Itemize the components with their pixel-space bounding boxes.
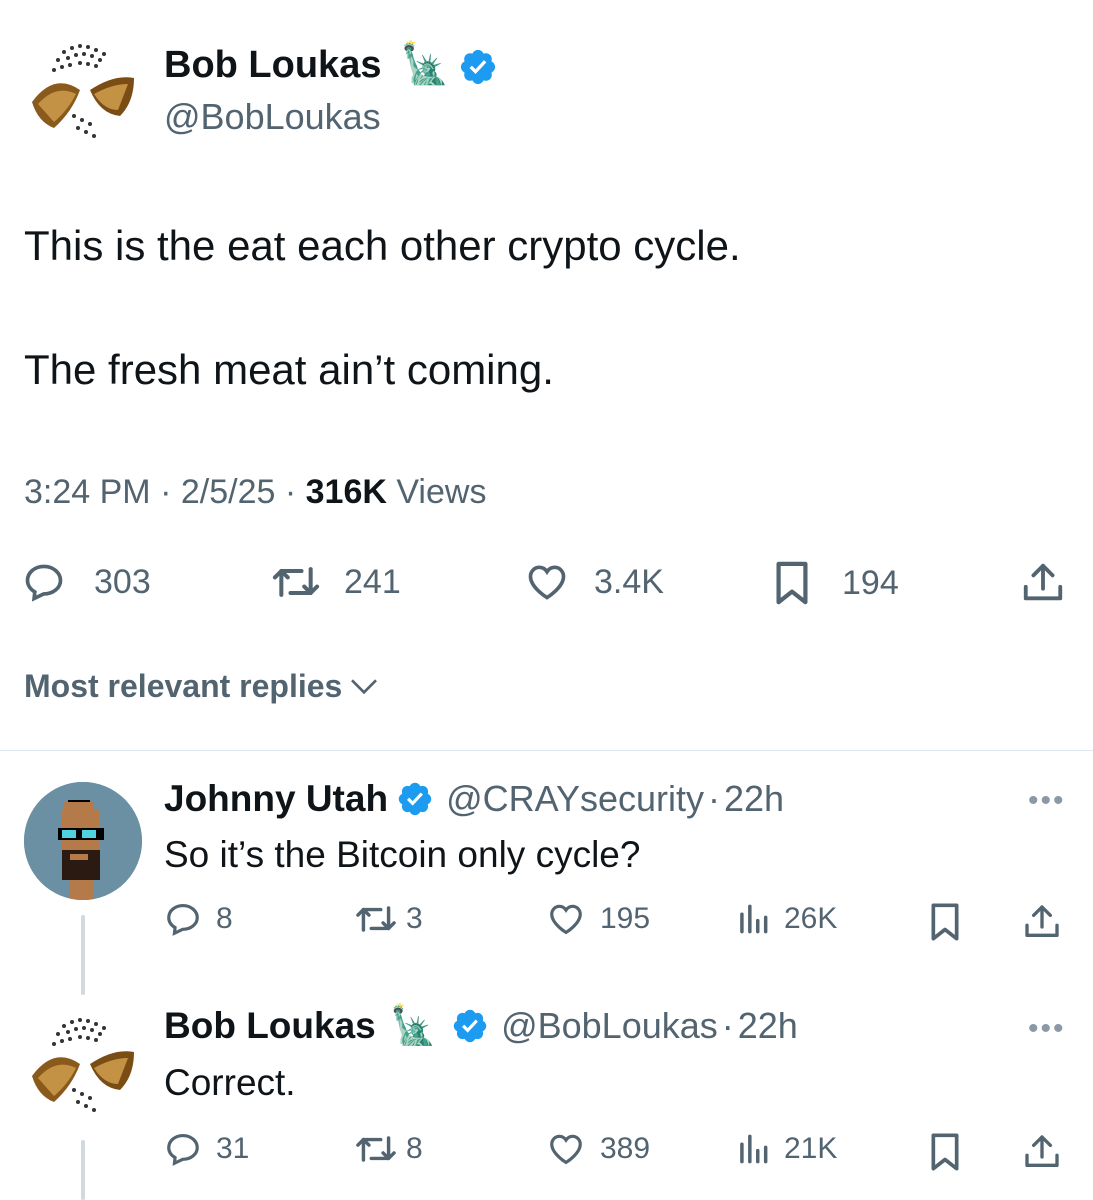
thread-line	[81, 915, 85, 995]
reply-time[interactable]: 22h	[724, 778, 784, 820]
reply-author-handle[interactable]: @CRAYsecurity	[446, 778, 704, 820]
reply-icon	[167, 903, 199, 936]
views-button[interactable]: 21K	[736, 1130, 837, 1168]
verified-badge-icon	[398, 782, 432, 816]
reply-button[interactable]: 31	[164, 1130, 249, 1168]
like-count: 195	[600, 902, 651, 935]
reply-author-name[interactable]: Johnny Utah	[164, 778, 388, 820]
reply-text: So it’s the Bitcoin only cycle?	[164, 834, 641, 875]
tweet-text-line-1: This is the eat each other crypto cycle.	[24, 222, 741, 269]
reply-icon	[167, 1133, 199, 1166]
meta-separator: ·	[721, 1005, 734, 1046]
more-options-icon[interactable]: •••	[1028, 784, 1066, 818]
bookmark-button[interactable]: 194	[772, 560, 899, 606]
heart-icon	[550, 904, 582, 935]
repost-button[interactable]: 3	[354, 900, 423, 938]
tweet-meta: 3:24 PM · 2/5/25 · 316K Views	[24, 473, 486, 512]
like-count: 389	[600, 1132, 651, 1165]
views-label: Views	[396, 473, 487, 511]
like-button[interactable]: 3.4K	[524, 560, 664, 604]
like-button[interactable]: 195	[546, 900, 650, 938]
repost-icon	[356, 1136, 396, 1162]
heart-icon	[550, 1134, 582, 1165]
reply-count: 303	[94, 562, 151, 601]
repost-count: 241	[344, 562, 401, 601]
analytics-icon	[740, 904, 768, 934]
reply-avatar[interactable]	[24, 782, 142, 900]
author-avatar[interactable]	[24, 32, 142, 150]
reply-text: Correct.	[164, 1062, 296, 1103]
reply-count: 31	[216, 1132, 250, 1165]
heart-icon	[528, 565, 566, 600]
bookmark-icon[interactable]	[928, 902, 962, 942]
share-icon[interactable]	[1020, 560, 1066, 606]
like-count: 3.4K	[594, 562, 664, 601]
repost-count: 8	[406, 1132, 423, 1165]
repost-count: 3	[406, 902, 423, 935]
views-count: 26K	[784, 902, 838, 935]
analytics-icon	[740, 1134, 768, 1164]
author-handle[interactable]: @BobLoukas	[164, 96, 381, 138]
reply-time[interactable]: 22h	[738, 1005, 798, 1047]
like-button[interactable]: 389	[546, 1130, 650, 1168]
reply-icon	[25, 564, 63, 602]
author-name[interactable]: Bob Loukas	[164, 44, 381, 87]
reply-header: Johnny Utah @CRAYsecurity · 22h	[164, 778, 784, 820]
tweet-time[interactable]: 3:24 PM	[24, 473, 151, 511]
share-icon[interactable]	[1022, 902, 1062, 942]
reply-author-handle[interactable]: @BobLoukas	[501, 1005, 718, 1047]
verified-badge-icon	[453, 1009, 487, 1043]
reply-count: 8	[216, 902, 233, 935]
eagle-avatar-image	[25, 33, 141, 149]
meta-separator: ·	[708, 778, 720, 819]
reply-button[interactable]: 303	[22, 560, 151, 604]
statue-of-liberty-emoji: 🗽	[389, 1005, 438, 1047]
reply-header: Bob Loukas 🗽 @BobLoukas · 22h	[164, 1004, 798, 1048]
reply-avatar[interactable]	[24, 1006, 142, 1124]
views-button[interactable]: 26K	[736, 900, 837, 938]
reply-author-name[interactable]: Bob Loukas	[164, 1005, 376, 1047]
replies-sort-label: Most relevant replies	[24, 668, 343, 704]
verified-badge-icon	[460, 49, 496, 85]
eagle-avatar-image	[25, 1007, 141, 1123]
reply-button[interactable]: 8	[164, 900, 233, 938]
section-divider	[0, 750, 1093, 751]
bookmark-count: 194	[842, 563, 899, 602]
bookmark-icon	[776, 561, 808, 605]
repost-icon	[356, 906, 396, 932]
meta-separator: ·	[160, 473, 172, 511]
views-count: 316K	[305, 473, 387, 511]
more-options-icon[interactable]: •••	[1028, 1012, 1066, 1046]
chevron-down-icon	[351, 678, 378, 694]
thread-line	[81, 1140, 85, 1200]
bookmark-icon[interactable]	[928, 1132, 962, 1172]
repost-icon	[272, 567, 320, 597]
tweet-text-line-2: The fresh meat ain’t coming.	[24, 346, 554, 393]
replies-sort-selector[interactable]: Most relevant replies	[24, 668, 380, 705]
share-icon[interactable]	[1022, 1132, 1062, 1172]
tweet-date[interactable]: 2/5/25	[181, 473, 276, 511]
statue-of-liberty-emoji: 🗽	[400, 42, 450, 86]
views-count: 21K	[784, 1132, 838, 1165]
punk-avatar-image	[24, 782, 142, 900]
repost-button[interactable]: 241	[270, 560, 401, 604]
repost-button[interactable]: 8	[354, 1130, 423, 1168]
meta-separator: ·	[284, 473, 297, 511]
